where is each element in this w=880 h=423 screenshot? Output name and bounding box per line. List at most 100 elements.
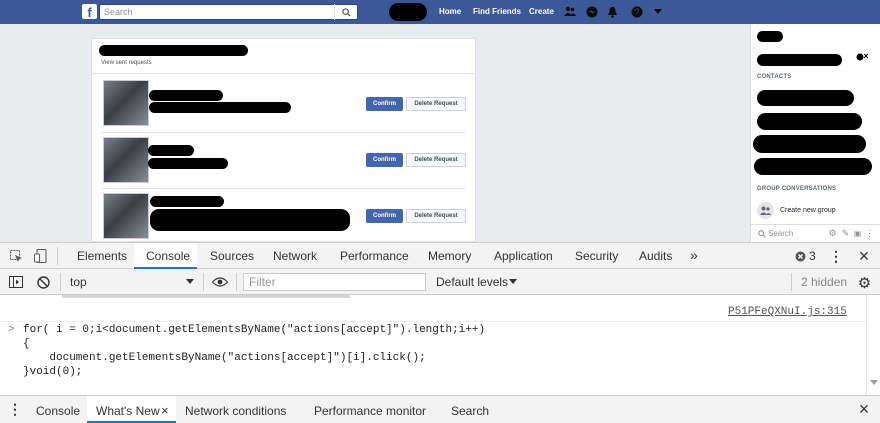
console-input-line[interactable]: {: [23, 338, 30, 350]
account-menu-icon[interactable]: [651, 5, 664, 18]
drawer-tab-console[interactable]: Console: [36, 404, 80, 418]
console-filter-input[interactable]: Filter: [243, 273, 426, 291]
console-settings-gear-icon[interactable]: ⚙: [857, 274, 872, 292]
close-drawer-icon[interactable]: ×: [857, 399, 871, 419]
tab-console[interactable]: Console: [146, 249, 190, 263]
nav-create-link[interactable]: Create: [529, 7, 554, 16]
redacted-chat-entry[interactable]: [757, 31, 783, 42]
facebook-logo[interactable]: f: [82, 4, 97, 20]
redacted-mutual-friends: [150, 209, 350, 231]
tab-network[interactable]: Network: [273, 249, 317, 263]
chat-search-bar: Search ⚙ ✎ ▣ ⋮: [751, 224, 880, 242]
device-toolbar-icon[interactable]: [33, 249, 47, 263]
help-icon[interactable]: ?: [630, 5, 643, 18]
gear-icon[interactable]: ⚙: [828, 228, 837, 238]
create-new-group-link[interactable]: Create new group: [780, 207, 836, 214]
inspect-element-icon[interactable]: [9, 249, 23, 263]
confirm-request-button[interactable]: Confirm: [366, 209, 403, 223]
delete-request-button[interactable]: Delete Request: [406, 209, 466, 223]
redacted-contact[interactable]: [754, 158, 872, 175]
facebook-search-input[interactable]: Search: [99, 4, 358, 20]
more-tabs-button[interactable]: »: [690, 247, 698, 263]
messenger-icon[interactable]: [585, 5, 598, 18]
request-avatar[interactable]: [103, 193, 149, 239]
toolbar-divider: [57, 247, 58, 265]
tab-memory[interactable]: Memory: [428, 249, 471, 263]
console-input-line[interactable]: for( i = 0;i<document.getElementsByName(…: [23, 324, 485, 336]
redacted-contact[interactable]: [757, 113, 862, 130]
console-output: P51PFeQXNuI.js:315 > for( i = 0;i<docume…: [0, 295, 880, 395]
drawer-menu-icon[interactable]: ⋮: [8, 401, 22, 417]
notifications-icon[interactable]: [606, 5, 619, 18]
request-avatar[interactable]: [103, 80, 149, 126]
redacted-requester-name[interactable]: [148, 145, 194, 156]
redacted-contact[interactable]: [753, 135, 866, 153]
search-icon[interactable]: [334, 4, 358, 20]
options-icon[interactable]: ⋮: [865, 228, 874, 238]
log-levels-select[interactable]: Default levels: [436, 275, 508, 289]
source-location-link[interactable]: P51PFeQXNuI.js:315: [728, 306, 847, 318]
drawer-tab-search[interactable]: Search: [451, 404, 489, 418]
redacted-card-title: [99, 45, 248, 56]
console-input-line[interactable]: }void(0);: [23, 366, 82, 378]
tab-audits[interactable]: Audits: [639, 249, 672, 263]
redacted-chat-entry[interactable]: [757, 54, 842, 66]
toolbar-divider: [60, 273, 61, 291]
redacted-contact[interactable]: [757, 90, 854, 106]
chevron-down-icon[interactable]: [186, 278, 194, 286]
hidden-messages-count: 2 hidden: [801, 275, 848, 289]
redacted-mutual-friends: [149, 102, 291, 113]
scroll-down-icon[interactable]: [870, 380, 878, 385]
nav-find-friends-link[interactable]: Find Friends: [473, 7, 521, 16]
console-prompt-icon: >: [8, 324, 15, 336]
friend-requests-icon[interactable]: [563, 5, 576, 18]
close-devtools-icon[interactable]: ×: [857, 246, 871, 266]
delete-request-button[interactable]: Delete Request: [406, 153, 466, 167]
tab-sources[interactable]: Sources: [210, 249, 254, 263]
confirm-request-button[interactable]: Confirm: [366, 153, 403, 167]
toolbar-divider: [203, 273, 204, 291]
error-count[interactable]: 3: [809, 249, 816, 263]
kebab-menu-icon[interactable]: ⋮: [829, 248, 843, 264]
compose-icon[interactable]: ✎: [841, 228, 850, 238]
video-icon[interactable]: ▣: [853, 229, 862, 238]
group-conversations-heading: GROUP CONVERSATIONS: [757, 186, 837, 192]
chat-sidebar: × CONTACTS GROUP CONVERSATIONS Create ne…: [750, 24, 880, 242]
chat-search-input[interactable]: Search: [768, 229, 793, 238]
request-divider: [101, 188, 465, 189]
redacted-mutual-friends: [148, 158, 228, 169]
redacted-requester-name[interactable]: [150, 196, 224, 207]
card-divider: [92, 73, 475, 74]
drawer-tab-whats-new[interactable]: What's New: [96, 404, 160, 418]
live-expression-eye-icon[interactable]: [212, 276, 228, 288]
execution-context-select[interactable]: top: [70, 275, 87, 289]
create-group-icon[interactable]: [757, 202, 774, 219]
tab-elements[interactable]: Elements: [77, 249, 127, 263]
tab-performance[interactable]: Performance: [340, 249, 409, 263]
console-toolbar: top Filter Default levels 2 hidden ⚙: [0, 269, 880, 295]
error-icon[interactable]: [794, 250, 806, 262]
confirm-request-button[interactable]: Confirm: [366, 97, 403, 111]
sponsored-dot-icon: [855, 52, 865, 62]
delete-request-button[interactable]: Delete Request: [406, 97, 466, 111]
devtools-panel: Elements Console Sources Network Perform…: [0, 242, 880, 423]
request-divider: [101, 132, 465, 133]
tab-security[interactable]: Security: [575, 249, 618, 263]
redacted-requester-name[interactable]: [149, 90, 223, 101]
redacted-profile-name[interactable]: [389, 3, 427, 21]
request-avatar[interactable]: [103, 137, 149, 183]
drawer-tab-network-conditions[interactable]: Network conditions: [185, 404, 286, 418]
clear-console-icon[interactable]: [36, 275, 50, 289]
drawer-tab-performance-monitor[interactable]: Performance monitor: [314, 404, 426, 418]
previous-log-divider: [62, 295, 350, 298]
chevron-down-icon[interactable]: [509, 278, 517, 286]
view-sent-requests-link[interactable]: View sent requests: [101, 60, 152, 66]
nav-home-link[interactable]: Home: [439, 7, 461, 16]
console-input-line[interactable]: document.getElementsByName("actions[acce…: [23, 352, 425, 364]
toolbar-divider: [236, 273, 237, 291]
toggle-sidebar-icon[interactable]: [8, 275, 23, 289]
console-scrollbar[interactable]: [866, 295, 880, 395]
facebook-top-bar: f Search Home Find Friends Create ?: [0, 0, 880, 24]
close-tab-icon[interactable]: ×: [161, 403, 169, 418]
tab-application[interactable]: Application: [494, 249, 553, 263]
